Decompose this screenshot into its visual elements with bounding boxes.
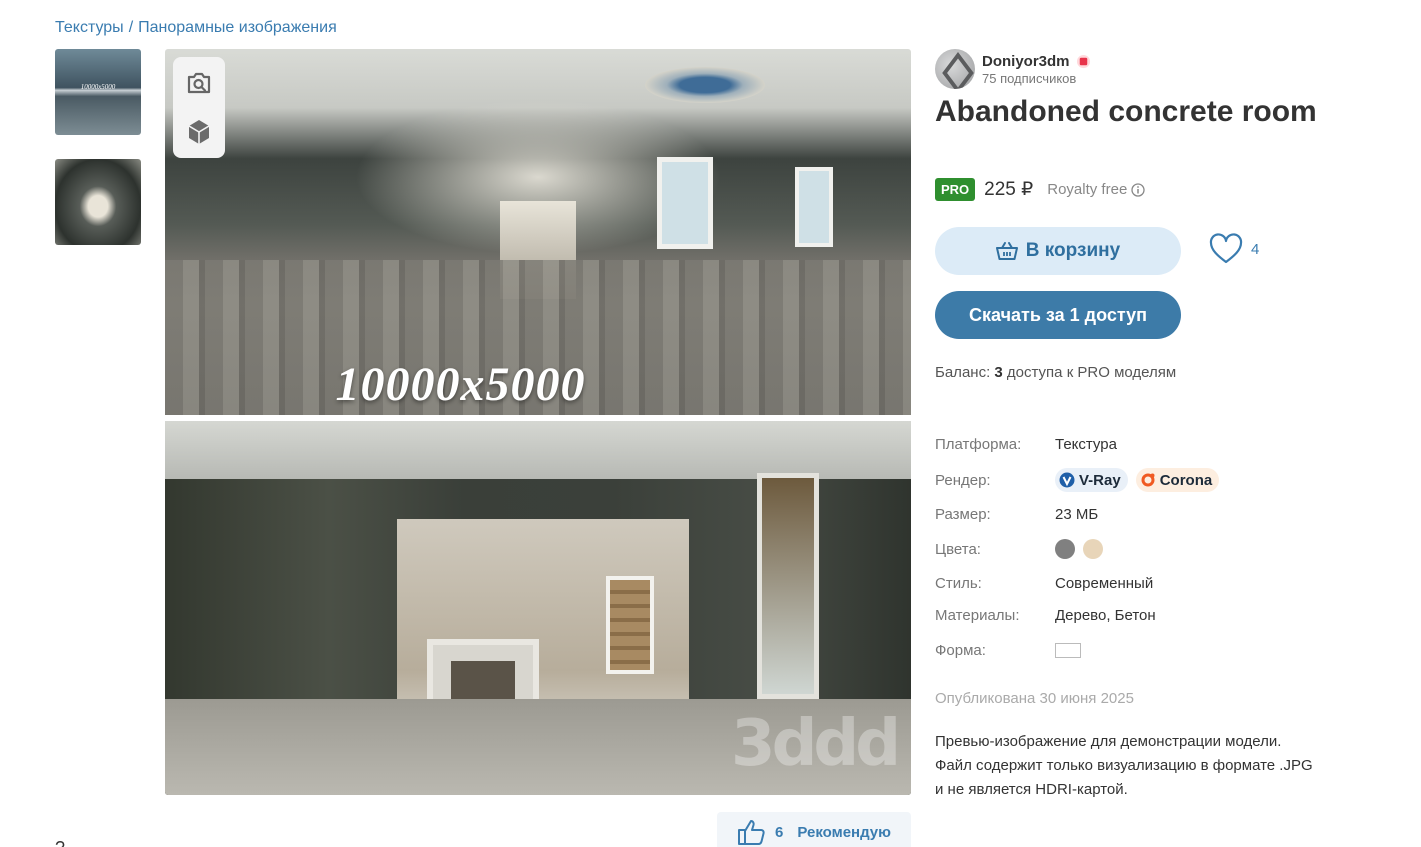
spec-colors: Цвета: <box>935 539 1111 559</box>
license-label: Royalty free <box>1047 181 1128 198</box>
add-to-cart-button[interactable]: В корзину <box>935 227 1181 275</box>
thumbs-up-icon <box>738 820 765 845</box>
gallery-thumbnail-2[interactable] <box>55 159 141 245</box>
panorama-window <box>795 167 833 247</box>
spec-platform: Платформа: Текстура <box>935 436 1117 453</box>
recommend-count: 6 <box>775 823 784 841</box>
main-image-panorama[interactable]: 10000x5000 <box>165 49 911 415</box>
spec-label: Рендер: <box>935 471 991 489</box>
main-image-render[interactable]: 3ddd <box>165 421 911 795</box>
description-line: и не является HDRI-картой. <box>935 781 1128 798</box>
description: Превью-изображение для демонстрации моде… <box>935 730 1355 802</box>
color-swatch-gray[interactable] <box>1055 539 1075 559</box>
page-title: Abandoned concrete room <box>935 95 1317 128</box>
spec-label: Стиль: <box>935 575 982 592</box>
spec-value-colors <box>1055 539 1111 559</box>
like-count: 4 <box>1251 240 1260 258</box>
panorama-window <box>657 157 713 249</box>
balance-count: 3 <box>994 364 1003 381</box>
breadcrumb: Текстуры / Панорамные изображения <box>55 19 337 37</box>
info-icon <box>1131 182 1145 197</box>
breadcrumb-link-textures[interactable]: Текстуры <box>55 19 124 36</box>
ceiling-rosette <box>645 67 765 103</box>
color-swatch-beige[interactable] <box>1083 539 1103 559</box>
image-toolbox <box>173 57 225 158</box>
breadcrumb-separator: / <box>128 19 134 36</box>
render-name: V-Ray <box>1079 471 1121 489</box>
shape-rectangle-icon[interactable] <box>1055 643 1081 658</box>
bottom-cut-text: ? <box>55 838 65 847</box>
spec-label: Платформа: <box>935 436 1022 453</box>
spec-label: Размер: <box>935 506 991 523</box>
spec-materials: Материалы: Дерево, Бетон <box>935 607 1156 624</box>
zoom-camera-button[interactable] <box>183 67 215 99</box>
recommend-label: Рекомендую <box>797 823 891 841</box>
breadcrumb-link-panoramas[interactable]: Панорамные изображения <box>138 19 337 36</box>
logo-watermark: 3ddd <box>731 707 901 781</box>
gallery-thumbnail-1[interactable]: 10000x5000 <box>55 49 141 135</box>
camera-search-icon <box>187 72 211 94</box>
author-info: Doniyor3dm 75 подписчиков <box>982 53 1091 86</box>
published-date: Опубликована 30 июня 2025 <box>935 690 1134 707</box>
corona-logo-icon <box>1141 473 1155 487</box>
spec-render: Рендер: V-Ray Corona <box>935 468 1227 492</box>
render-chip-vray[interactable]: V-Ray <box>1055 468 1128 492</box>
spec-value: Текстура <box>1055 436 1117 453</box>
heart-icon <box>1209 233 1243 264</box>
thumbnail-resolution-label: 10000x5000 <box>80 83 116 91</box>
recommend-button[interactable]: 6 Рекомендую <box>717 812 911 847</box>
subscriber-count: 75 подписчиков <box>982 70 1077 86</box>
spec-label: Материалы: <box>935 607 1020 624</box>
spec-style: Стиль: Современный <box>935 575 1153 592</box>
cube-icon <box>188 120 210 144</box>
avatar[interactable] <box>935 49 975 89</box>
license-info[interactable]: Royalty free <box>1047 181 1145 198</box>
download-button[interactable]: Скачать за 1 доступ <box>935 291 1181 339</box>
3d-view-button[interactable] <box>183 116 215 148</box>
basket-icon <box>995 242 1018 260</box>
author-block: Doniyor3dm 75 подписчиков <box>935 49 1091 89</box>
cart-label: В корзину <box>1025 240 1121 261</box>
pro-author-badge-icon <box>1076 54 1090 68</box>
spec-value[interactable]: Современный <box>1055 575 1153 592</box>
description-line: Превью-изображение для демонстрации моде… <box>935 733 1282 750</box>
render-ceiling <box>165 421 911 479</box>
spec-shape: Форма: <box>935 642 1081 659</box>
spec-value-render: V-Ray Corona <box>1055 468 1227 492</box>
balance-prefix: Баланс: <box>935 364 991 381</box>
spec-value: 23 МБ <box>1055 506 1099 523</box>
download-label: Скачать за 1 доступ <box>969 304 1147 325</box>
price: 225 ₽ <box>984 179 1034 200</box>
balance-info: Баланс: 3 доступа к PRO моделям <box>935 364 1176 381</box>
spec-value-shape <box>1055 643 1081 658</box>
vray-logo-icon <box>1059 472 1075 488</box>
spec-size: Размер: 23 МБ <box>935 506 1098 523</box>
render-side-window <box>757 473 819 699</box>
spec-value[interactable]: Дерево, Бетон <box>1055 607 1156 624</box>
pro-badge: PRO <box>935 178 976 201</box>
render-chip-corona[interactable]: Corona <box>1135 468 1220 492</box>
resolution-watermark: 10000x5000 <box>335 358 586 411</box>
description-line: Файл содержит только визуализацию в форм… <box>935 757 1313 774</box>
render-window <box>606 576 654 674</box>
render-name: Corona <box>1159 471 1213 489</box>
like-button[interactable]: 4 <box>1209 233 1259 265</box>
balance-suffix: доступа к PRO моделям <box>1006 364 1177 381</box>
spec-label: Цвета: <box>935 540 981 558</box>
price-row: PRO 225 ₽ Royalty free <box>935 178 1145 201</box>
author-name-link[interactable]: Doniyor3dm <box>982 53 1091 70</box>
author-name: Doniyor3dm <box>982 52 1070 70</box>
spec-label: Форма: <box>935 642 986 659</box>
